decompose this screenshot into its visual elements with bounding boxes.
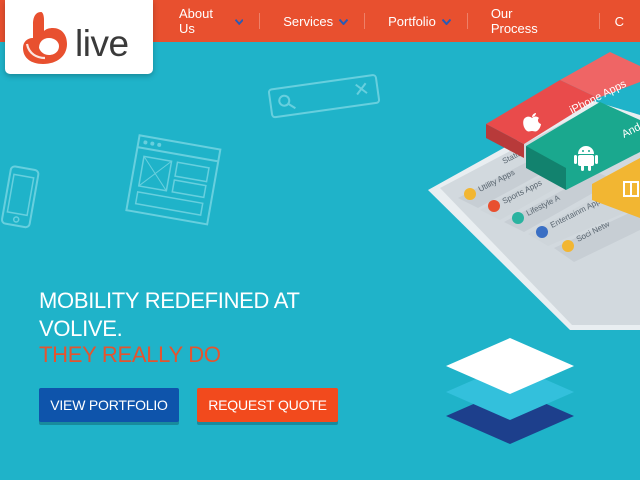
chevron-down-icon (441, 19, 451, 25)
tablet-app-illustration: Utility Apps Sports Apps Lifestyle A Ent… (428, 52, 640, 330)
lifestyle-app-icon (512, 212, 524, 224)
entertainment-app-icon (536, 226, 548, 238)
nav-item-our-process[interactable]: Our Process (466, 0, 599, 42)
sports-app-icon (488, 200, 500, 212)
nav-item-about-us[interactable]: About Us (163, 0, 259, 42)
nav-item-label: About Us (179, 6, 213, 36)
nav-item-services[interactable]: Services (259, 0, 364, 42)
nav-menu: About Us Services Portfolio Our Process … (163, 0, 640, 42)
logo[interactable]: live (5, 0, 153, 74)
nav-item-label: Services (283, 13, 334, 29)
phone-outline-icon (0, 165, 40, 229)
layers-stack-icon (446, 338, 574, 444)
search-bar-sketch (267, 74, 381, 119)
view-portfolio-button[interactable]: VIEW PORTFOLIO (39, 388, 179, 422)
nav-item-label: C (614, 13, 624, 29)
wireframe-window-icon (125, 134, 222, 226)
logo-text: live (75, 23, 129, 64)
utility-app-icon (464, 188, 476, 200)
social-app-icon (562, 240, 574, 252)
request-quote-button[interactable]: REQUEST QUOTE (197, 388, 338, 422)
nav-item-label: Portfolio (388, 13, 436, 29)
hero-subtitle: THEY REALLY DO (39, 342, 221, 367)
nav-item-portfolio[interactable]: Portfolio (364, 0, 467, 42)
chevron-down-icon (339, 19, 349, 25)
chevron-down-icon (234, 19, 244, 25)
nav-item-label: Our Process (490, 6, 538, 36)
brand-hand-mark-icon (23, 12, 67, 64)
hero-title: MOBILITY REDEFINED AT VOLIVE. (39, 288, 300, 341)
nav-item-contact[interactable]: C (598, 0, 640, 42)
